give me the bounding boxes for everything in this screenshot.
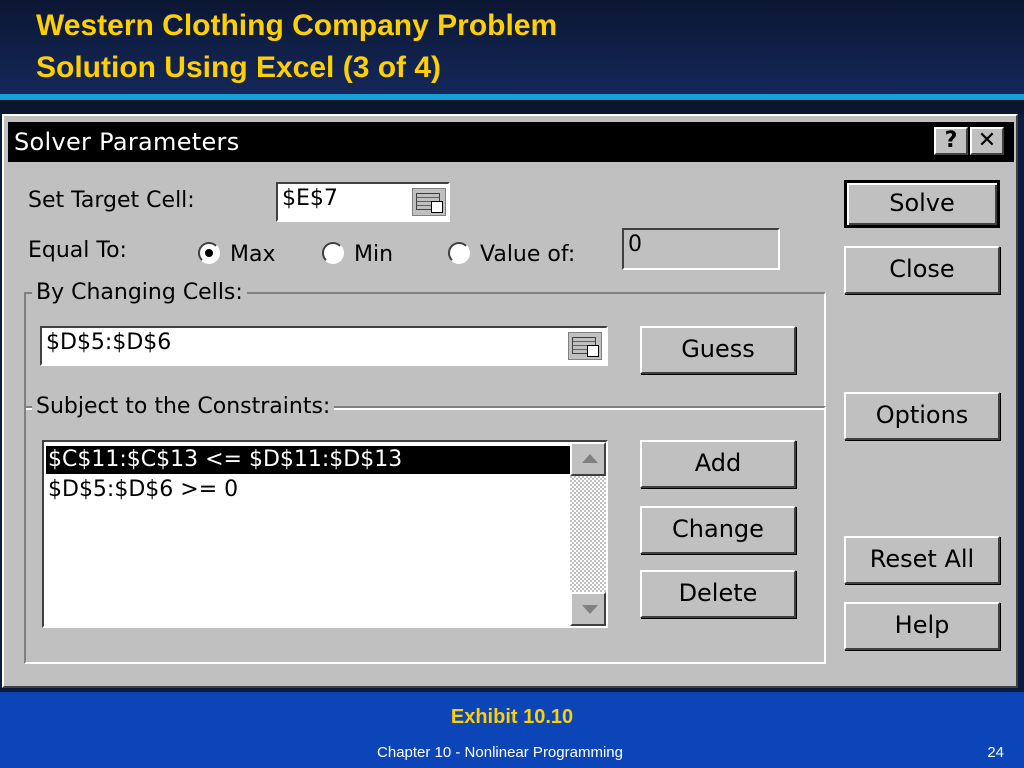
help-question-button[interactable]: ? [934, 127, 968, 155]
add-button[interactable]: Add [640, 440, 796, 488]
scroll-down-arrow-icon [582, 605, 598, 614]
max-radio[interactable] [198, 242, 220, 264]
delete-button[interactable]: Delete [640, 570, 796, 618]
constraint-item[interactable]: $D$5:$D$6 >= 0 [46, 476, 570, 504]
set-target-cell-value: $E$7 [282, 186, 338, 211]
footer-chapter: Chapter 10 - Nonlinear Programming [377, 744, 623, 761]
dialog-title: Solver Parameters [14, 128, 240, 156]
value-of-input[interactable]: 0 [622, 228, 780, 270]
change-button[interactable]: Change [640, 506, 796, 554]
dialog-titlebar: Solver Parameters ? ✕ [8, 122, 1014, 162]
solve-button[interactable]: Solve [844, 180, 1000, 228]
close-button[interactable]: Close [844, 246, 1000, 294]
constraints-list[interactable]: $C$11:$C$13 <= $D$11:$D$13 $D$5:$D$6 >= … [42, 440, 608, 628]
scroll-up-button[interactable] [570, 442, 606, 476]
changing-cells-collapse-icon[interactable] [568, 332, 602, 360]
min-radio-label[interactable]: Min [354, 242, 393, 267]
page-number: 24 [987, 744, 1004, 761]
close-x-button[interactable]: ✕ [970, 127, 1004, 155]
title-dark-band [0, 100, 1024, 114]
min-radio[interactable] [322, 242, 344, 264]
max-radio-label[interactable]: Max [230, 242, 275, 267]
exhibit-caption: Exhibit 10.10 [450, 706, 574, 728]
set-target-collapse-icon[interactable] [412, 188, 446, 216]
help-button[interactable]: Help [844, 602, 1000, 650]
value-of-radio[interactable] [448, 242, 470, 264]
constraints-label: Subject to the Constraints: [32, 394, 335, 419]
slide-title-line-1: Western Clothing Company Problem [36, 9, 558, 42]
changing-cells-input[interactable]: $D$5:$D$6 [40, 326, 608, 366]
changing-cells-value: $D$5:$D$6 [46, 330, 172, 355]
constraints-scrollbar[interactable] [570, 442, 606, 626]
value-of-radio-label[interactable]: Value of: [480, 242, 575, 267]
set-target-cell-label: Set Target Cell: [28, 188, 195, 213]
guess-button[interactable]: Guess [640, 326, 796, 374]
options-button[interactable]: Options [844, 392, 1000, 440]
slide-title-line-2: Solution Using Excel (3 of 4) [36, 51, 442, 84]
scroll-down-button[interactable] [570, 592, 606, 626]
reset-all-button[interactable]: Reset All [844, 536, 1000, 584]
solver-parameters-dialog: Solver Parameters ? ✕ Set Target Cell: $… [2, 114, 1018, 688]
constraint-item[interactable]: $C$11:$C$13 <= $D$11:$D$13 [46, 446, 570, 474]
scroll-up-arrow-icon [582, 454, 598, 463]
equal-to-label: Equal To: [28, 238, 127, 263]
radio-selected-dot-icon [205, 249, 213, 257]
changing-cells-label: By Changing Cells: [32, 280, 247, 305]
value-of-value: 0 [628, 232, 642, 257]
